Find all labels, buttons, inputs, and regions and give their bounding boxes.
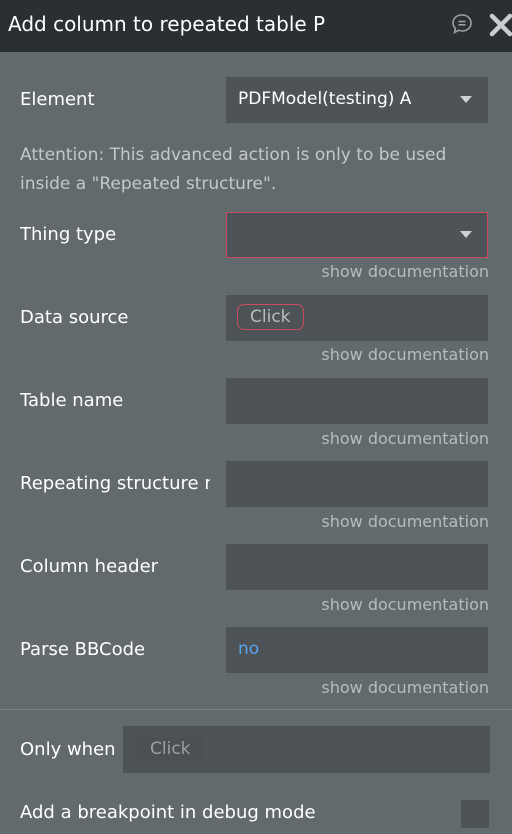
table-name-input[interactable]: [226, 378, 488, 424]
attention-note: Attention: This advanced action is only …: [20, 145, 447, 194]
parse-bbcode-show-documentation[interactable]: show documentation: [321, 678, 489, 697]
data-source-label: Data source: [20, 307, 129, 328]
parse-bbcode-dropdown[interactable]: no: [226, 627, 488, 673]
title-bar: Add column to repeated table P: [0, 0, 512, 52]
element-value: PDFModel(testing) A: [238, 89, 412, 109]
element-label: Element: [20, 89, 95, 110]
thing-type-dropdown[interactable]: [226, 212, 488, 258]
table-name-show-documentation[interactable]: show documentation: [321, 429, 489, 448]
column-header-show-documentation[interactable]: show documentation: [321, 595, 489, 614]
data-source-show-documentation[interactable]: show documentation: [321, 345, 489, 364]
breakpoint-checkbox[interactable]: [461, 800, 489, 828]
thing-type-show-documentation[interactable]: show documentation: [321, 262, 489, 281]
data-source-click-button[interactable]: Click: [237, 304, 304, 330]
column-header-input[interactable]: [226, 544, 488, 590]
column-header-label: Column header: [20, 556, 159, 577]
element-dropdown[interactable]: PDFModel(testing) A: [226, 77, 488, 123]
only-when-label: Only when: [20, 739, 116, 760]
repeating-structure-show-documentation[interactable]: show documentation: [321, 512, 489, 531]
only-when-click-button[interactable]: Click: [137, 737, 204, 761]
parse-bbcode-value: no: [238, 639, 260, 659]
chevron-down-icon: [460, 96, 472, 103]
chevron-down-icon: [460, 231, 472, 238]
section-divider: [0, 709, 512, 710]
panel-title: Add column to repeated table P: [8, 12, 326, 36]
close-icon[interactable]: [488, 11, 512, 39]
only-when-field[interactable]: Click: [123, 726, 490, 773]
breakpoint-label: Add a breakpoint in debug mode: [20, 802, 316, 823]
thing-type-label: Thing type: [20, 224, 117, 245]
parse-bbcode-label: Parse BBCode: [20, 639, 146, 660]
repeating-structure-label: Repeating structure n: [20, 473, 210, 494]
data-source-field[interactable]: Click: [226, 295, 488, 341]
table-name-label: Table name: [20, 390, 124, 411]
comment-icon[interactable]: [450, 12, 474, 36]
repeating-structure-input[interactable]: [226, 461, 488, 507]
